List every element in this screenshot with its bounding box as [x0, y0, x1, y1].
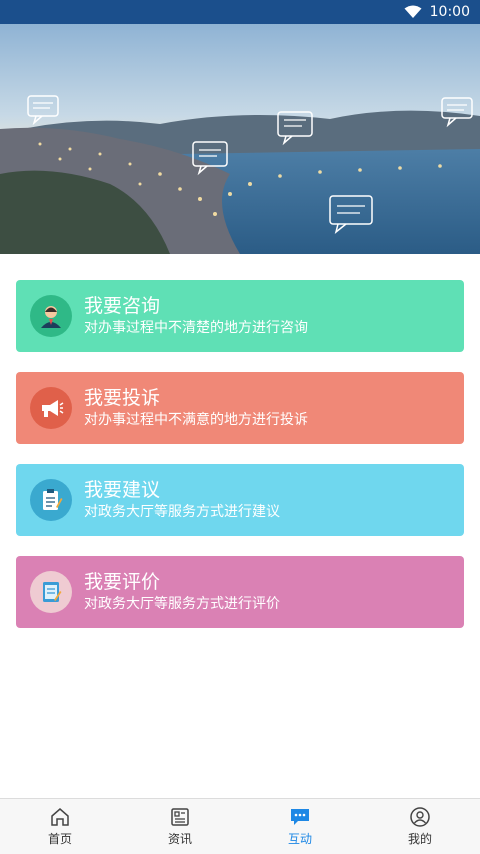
card-subtitle: 对办事过程中不满意的地方进行投诉	[84, 412, 308, 428]
tab-label: 首页	[47, 832, 72, 846]
status-bar: 10:00	[0, 0, 480, 24]
tab-label: 我的	[407, 832, 432, 846]
tab-mine[interactable]: 我的	[360, 799, 480, 854]
consultant-icon	[30, 295, 72, 337]
card-subtitle: 对办事过程中不清楚的地方进行咨询	[84, 320, 308, 336]
complaint-card[interactable]: 我要投诉 对办事过程中不满意的地方进行投诉	[16, 372, 464, 444]
user-icon	[410, 807, 430, 827]
action-card-list: 我要咨询 对办事过程中不清楚的地方进行咨询 我要投诉 对办事过程中不满意的地方进…	[16, 280, 464, 648]
wifi-icon	[404, 5, 422, 18]
tab-home[interactable]: 首页	[0, 799, 120, 854]
tab-label: 资讯	[167, 832, 192, 846]
bottom-tab-bar: 首页 资讯 互动 我的	[0, 798, 480, 854]
consult-card[interactable]: 我要咨询 对办事过程中不清楚的地方进行咨询	[16, 280, 464, 352]
tab-interact[interactable]: 互动	[240, 799, 360, 854]
home-icon	[51, 808, 69, 826]
megaphone-icon	[30, 387, 72, 429]
chat-icon	[291, 809, 309, 825]
card-subtitle: 对政务大厅等服务方式进行评价	[84, 596, 280, 612]
notepad-icon	[30, 479, 72, 521]
card-title: 我要建议	[84, 479, 161, 501]
status-time: 10:00	[429, 4, 470, 20]
card-subtitle: 对政务大厅等服务方式进行建议	[84, 504, 280, 520]
form-icon	[30, 571, 72, 613]
tab-label: 互动	[287, 832, 312, 846]
banner-image	[0, 24, 480, 254]
card-title: 我要咨询	[84, 295, 161, 317]
card-title: 我要投诉	[84, 387, 161, 409]
suggestion-card[interactable]: 我要建议 对政务大厅等服务方式进行建议	[16, 464, 464, 536]
tab-news[interactable]: 资讯	[120, 799, 240, 854]
card-title: 我要评价	[84, 571, 161, 593]
news-icon	[171, 808, 189, 826]
evaluation-card[interactable]: 我要评价 对政务大厅等服务方式进行评价	[16, 556, 464, 628]
